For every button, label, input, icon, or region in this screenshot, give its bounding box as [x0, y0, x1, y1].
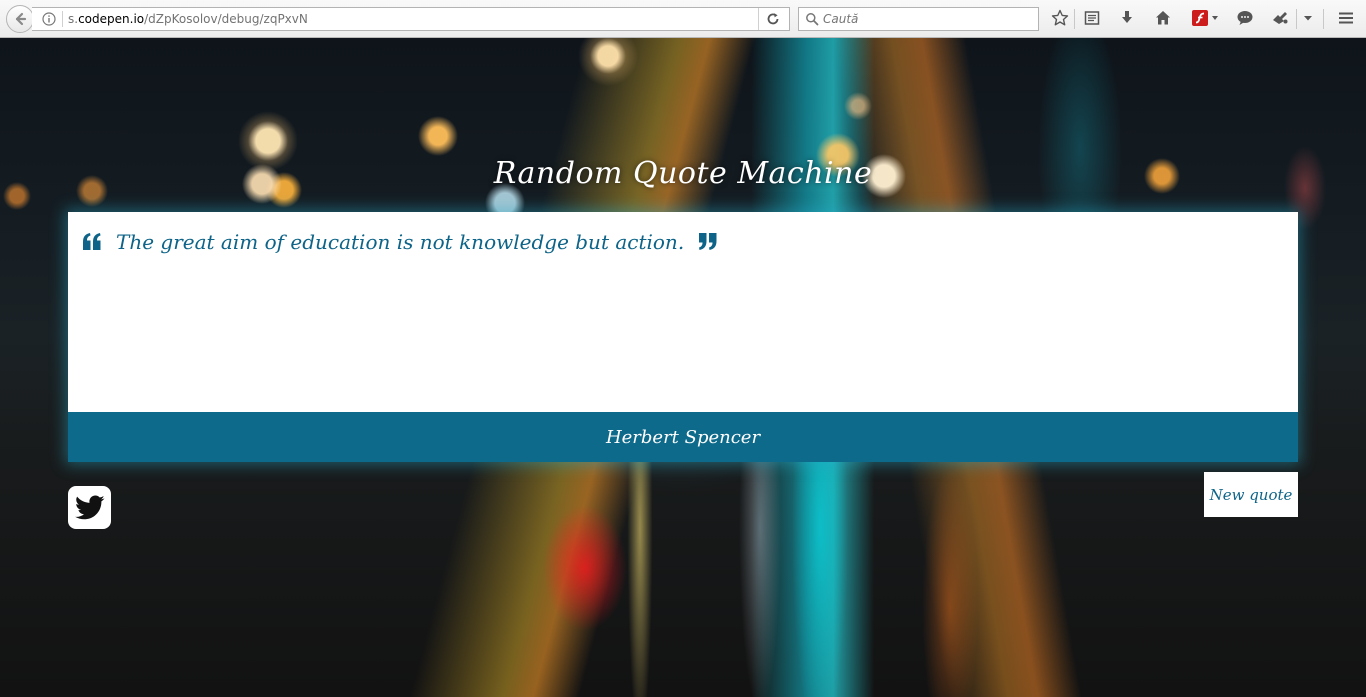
browser-toolbar: s.codepen.io/dZpKosolov/debug/zqPxvN	[0, 0, 1366, 38]
download-icon	[1122, 11, 1132, 23]
menu-button[interactable]	[1336, 8, 1356, 28]
page-background: Random Quote Machine The great aim of ed…	[0, 38, 1366, 697]
url-bar[interactable]: s.codepen.io/dZpKosolov/debug/zqPxvN	[32, 7, 790, 31]
tweet-button[interactable]	[68, 486, 111, 529]
home-icon	[1156, 11, 1170, 25]
back-button[interactable]	[6, 5, 34, 33]
url-host: codepen.io	[78, 12, 145, 26]
reading-list-button[interactable]	[1082, 8, 1102, 28]
extension-button[interactable]	[1270, 8, 1290, 28]
quote-body: The great aim of education is not knowle…	[68, 212, 1298, 412]
twitter-icon	[74, 495, 104, 519]
url-divider	[62, 11, 63, 27]
url-prefix: s.	[68, 12, 79, 26]
chat-icon	[1237, 11, 1253, 25]
reload-icon[interactable]	[766, 12, 780, 26]
quote-author: Herbert Spencer	[605, 426, 761, 448]
menu-icon	[1339, 12, 1353, 24]
toolbar-separator	[1296, 9, 1297, 29]
url-separator	[758, 8, 759, 30]
toolbar-dropdown-button[interactable]	[1298, 8, 1318, 28]
search-bar[interactable]	[798, 7, 1039, 31]
bookmark-star-button[interactable]	[1050, 8, 1070, 28]
toolbar-separator	[1323, 9, 1324, 29]
extension-icon	[1273, 12, 1288, 24]
new-quote-button[interactable]: New quote	[1204, 472, 1298, 517]
flash-icon	[1192, 10, 1218, 26]
url-path: /dZpKosolov/debug/zqPxvN	[144, 12, 308, 26]
info-icon[interactable]	[42, 12, 56, 26]
quote-text: The great aim of education is not knowle…	[116, 230, 685, 254]
chat-button[interactable]	[1235, 8, 1255, 28]
flash-button[interactable]	[1190, 8, 1220, 28]
back-icon	[15, 12, 27, 26]
author-bar: Herbert Spencer	[68, 412, 1298, 462]
chevron-down-icon	[1304, 16, 1312, 21]
bookmark-star-icon	[1051, 9, 1069, 26]
quote-line: The great aim of education is not knowle…	[82, 230, 718, 254]
page-title: Random Quote Machine	[493, 156, 873, 191]
quote-close-icon	[699, 233, 717, 250]
quote-open-icon	[83, 233, 101, 250]
toolbar-separator	[1074, 9, 1075, 29]
home-button[interactable]	[1153, 8, 1173, 28]
reading-list-icon	[1084, 11, 1100, 25]
url-text[interactable]: s.codepen.io/dZpKosolov/debug/zqPxvN	[68, 12, 308, 26]
quote-card: The great aim of education is not knowle…	[68, 212, 1298, 462]
search-icon	[806, 13, 819, 26]
download-button[interactable]	[1117, 8, 1137, 28]
search-input[interactable]	[823, 10, 1023, 28]
